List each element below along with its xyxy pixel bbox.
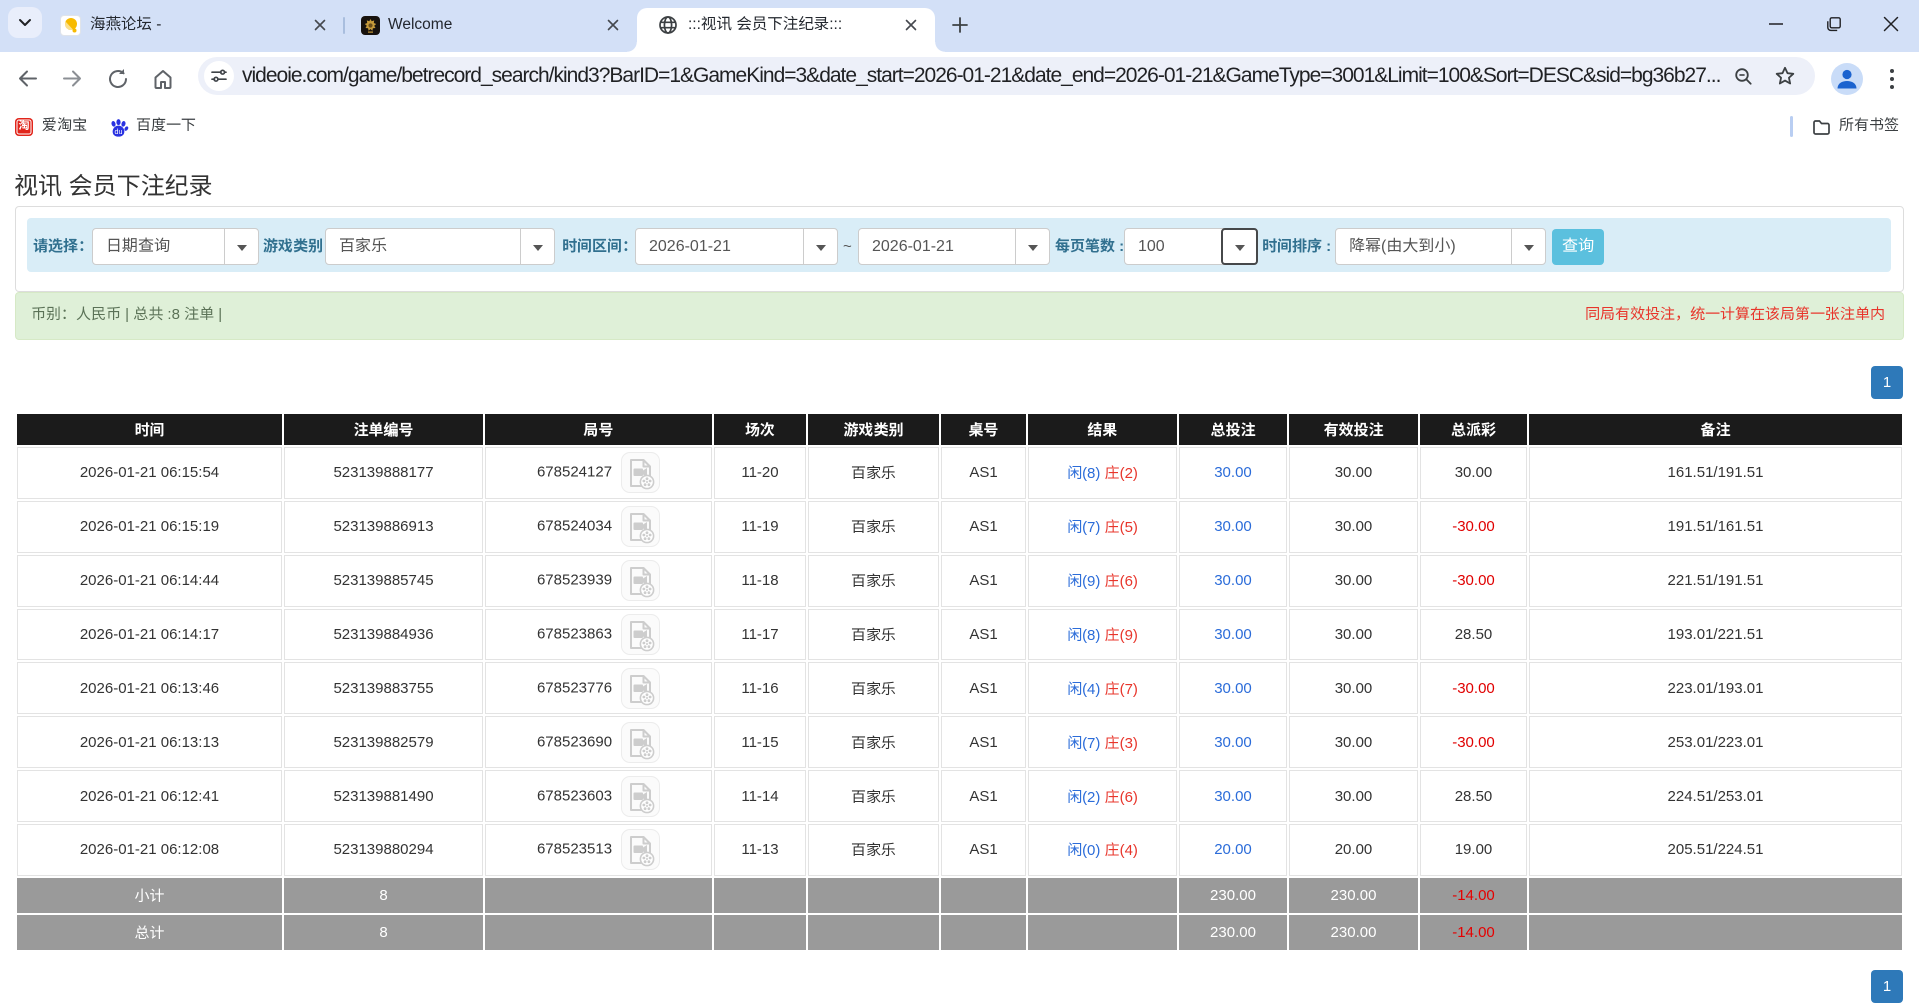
svg-text:du: du	[115, 128, 123, 136]
